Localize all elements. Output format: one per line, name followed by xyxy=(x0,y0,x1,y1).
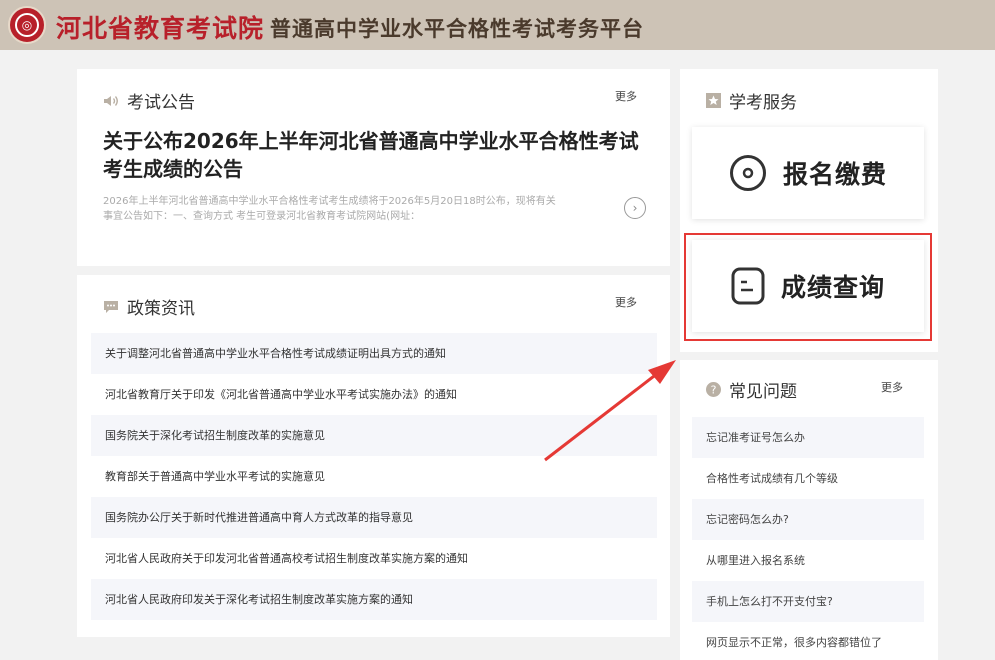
faq-list-item[interactable]: 网页显示不正常，很多内容都错位了 xyxy=(692,622,924,660)
faq-list-item[interactable]: 手机上怎么打不开支付宝? xyxy=(692,581,924,622)
svg-text:?: ? xyxy=(711,384,717,397)
faq-list-item[interactable]: 忘记准考证号怎么办 xyxy=(692,417,924,458)
faq-list-item[interactable]: 合格性考试成绩有几个等级 xyxy=(692,458,924,499)
faq-list-item[interactable]: 从哪里进入报名系统 xyxy=(692,540,924,581)
faq-header: ? 常见问题 xyxy=(706,377,797,402)
faq-section-title: 常见问题 xyxy=(729,382,797,402)
faq-list-item[interactable]: 忘记密码怎么办? xyxy=(692,499,924,540)
faq-more-link[interactable]: 更多 xyxy=(881,379,903,395)
question-circle-icon: ? xyxy=(706,382,721,397)
